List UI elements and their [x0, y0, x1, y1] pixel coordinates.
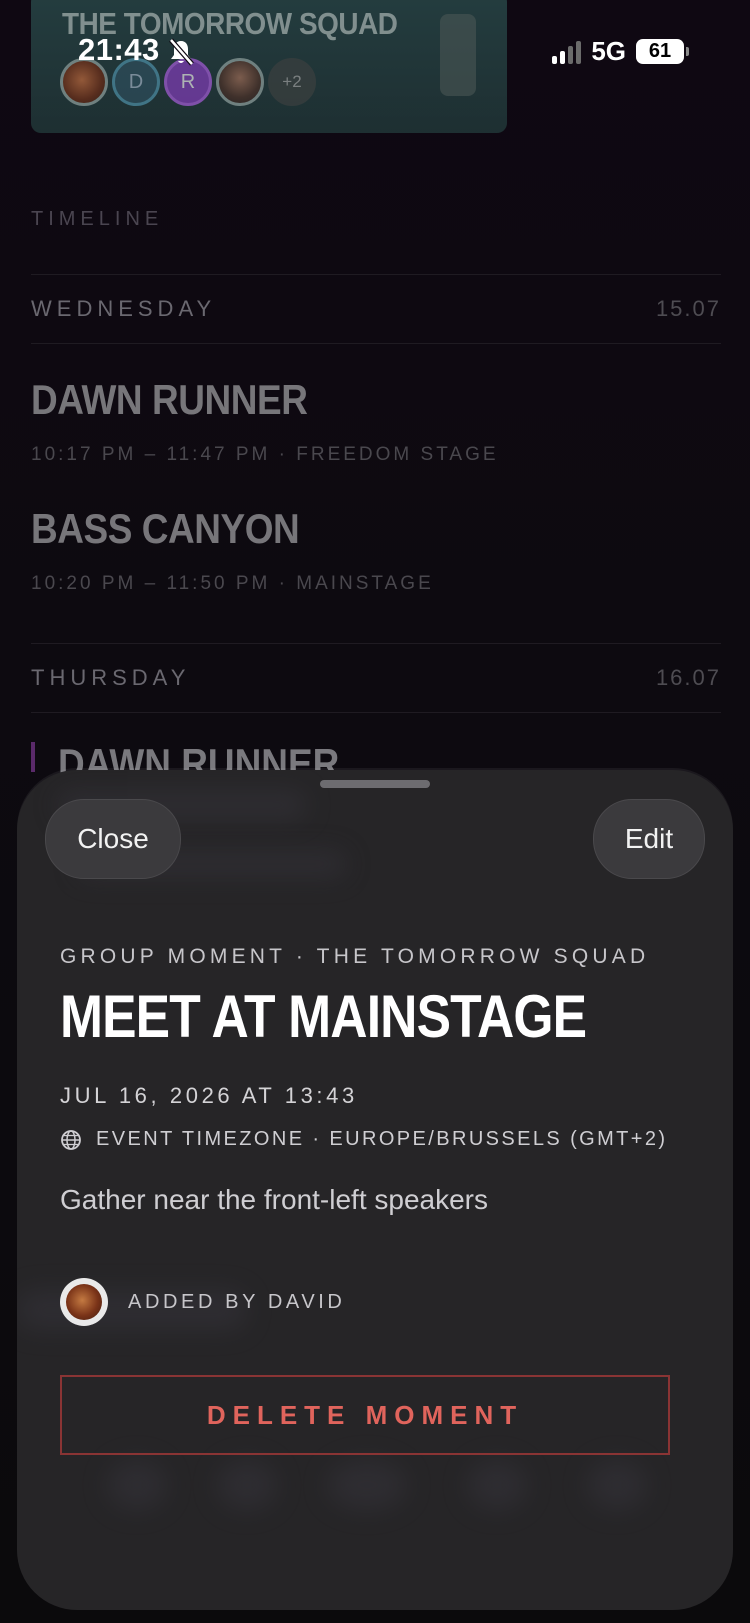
close-button[interactable]: Close: [45, 799, 181, 879]
act-meta: 10:20 PM – 11:50 PM · MAINSTAGE: [31, 573, 434, 594]
battery-icon: 61: [636, 39, 689, 64]
act-accent-bar: [31, 742, 35, 772]
phone-icon: [440, 14, 476, 96]
act-meta: 10:17 PM – 11:47 PM · FREEDOM STAGE: [31, 444, 499, 465]
moment-sheet: Close Edit GROUP MOMENT · THE TOMORROW S…: [17, 770, 733, 1610]
added-by-row: ADDED BY DAVID: [60, 1278, 345, 1326]
avatar: [60, 1278, 108, 1326]
status-indicators: 5G 61: [552, 36, 689, 67]
timezone-row: EVENT TIMEZONE · EUROPE/BRUSSELS (GMT+2): [60, 1128, 667, 1151]
delete-moment-button[interactable]: DELETE MOMENT: [60, 1375, 670, 1455]
moment-note: Gather near the front-left speakers: [60, 1184, 488, 1215]
moment-eyebrow: GROUP MOMENT · THE TOMORROW SQUAD: [60, 945, 650, 968]
timezone-text: EVENT TIMEZONE · EUROPE/BRUSSELS (GMT+2): [96, 1128, 668, 1150]
moment-title: MEET AT MAINSTAGE: [60, 983, 587, 1050]
sheet-grabber[interactable]: [320, 780, 430, 788]
status-time: 21:43: [78, 32, 160, 67]
network-type: 5G: [591, 36, 626, 66]
act-title[interactable]: DAWN RUNNER: [31, 376, 308, 424]
signal-icon: [552, 40, 582, 64]
day-date: 16.07: [655, 665, 721, 690]
moment-date: JUL 16, 2026 AT 13:43: [60, 1083, 358, 1108]
day-header-thursday: THURSDAY 16.07: [31, 665, 721, 691]
divider: [31, 712, 721, 713]
divider: [31, 643, 721, 644]
act-title[interactable]: BASS CANYON: [31, 505, 300, 553]
globe-icon: [61, 1129, 81, 1150]
avatar: [216, 58, 264, 106]
divider: [31, 274, 721, 275]
day-date: 15.07: [655, 296, 721, 321]
day-name: WEDNESDAY: [31, 296, 217, 321]
bell-off-icon: [169, 38, 194, 66]
day-header-wednesday: WEDNESDAY 15.07: [31, 296, 721, 322]
day-name: THURSDAY: [31, 665, 191, 690]
edit-button[interactable]: Edit: [593, 799, 705, 879]
timeline-label: TIMELINE: [31, 208, 164, 230]
added-by-text: ADDED BY DAVID: [128, 1290, 346, 1313]
divider: [31, 343, 721, 344]
avatar-more-count: +2: [268, 58, 316, 106]
